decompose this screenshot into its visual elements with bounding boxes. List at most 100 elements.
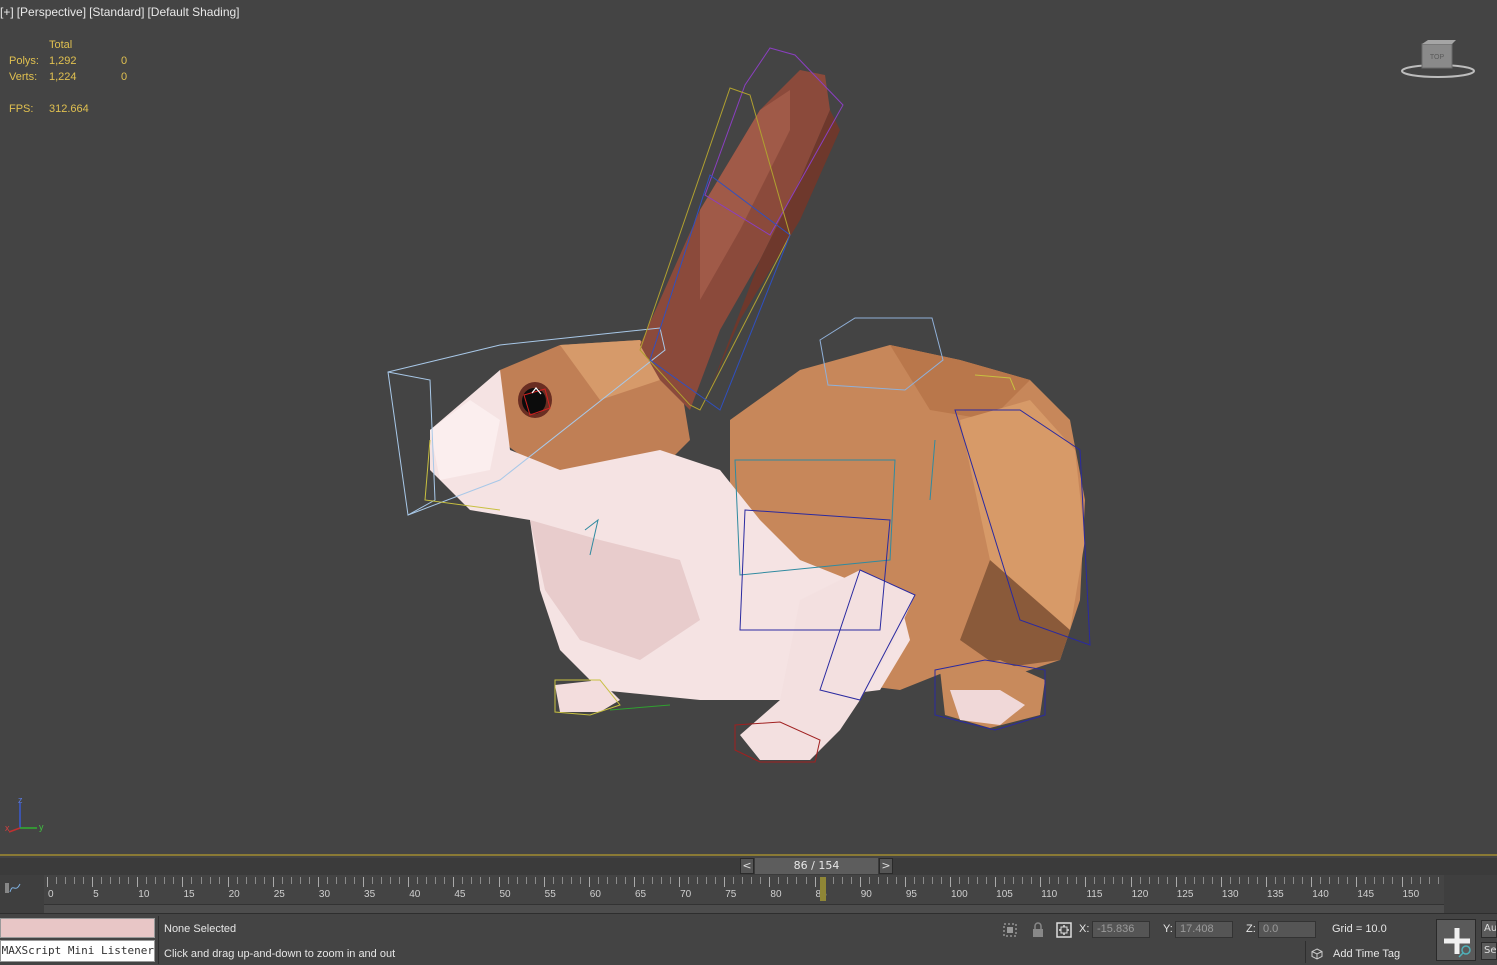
axis-y-label: y — [39, 822, 44, 832]
timeline-key-strip[interactable] — [44, 904, 1444, 913]
timeline-tick — [886, 877, 888, 884]
timeline-tick — [1302, 877, 1304, 884]
x-coord-field[interactable]: -15.836 — [1092, 921, 1150, 938]
timeline-tick — [1112, 877, 1114, 884]
timeline-tick — [1293, 877, 1295, 884]
timeline-tick — [290, 877, 292, 884]
timeline-tick-label: 130 — [1221, 889, 1239, 900]
timeline-tick — [1365, 877, 1367, 884]
timeline-tick-label: 40 — [409, 889, 421, 900]
timeline-tick — [1374, 877, 1376, 884]
auto-key-button[interactable]: Au — [1481, 920, 1497, 938]
timeline-tick — [688, 877, 690, 884]
timeline-tick — [1085, 877, 1087, 887]
timeline-tick — [1193, 877, 1195, 884]
maxscript-listener-output[interactable] — [0, 918, 155, 938]
add-time-tag-button[interactable]: Add Time Tag — [1333, 948, 1400, 960]
timeline-tick — [1157, 877, 1159, 884]
timeline-tick — [335, 877, 337, 884]
previous-frame-button[interactable]: < — [740, 858, 754, 874]
timeline-tick — [1076, 877, 1078, 884]
timeline-tick — [796, 877, 798, 884]
timeline-tick — [552, 877, 554, 884]
timeline-tick — [986, 877, 988, 884]
timeline-tick — [1040, 877, 1042, 887]
polys-selected: 0 — [121, 55, 128, 67]
polys-label: Polys: — [9, 55, 39, 67]
set-key-mode-button[interactable]: Se — [1481, 942, 1497, 960]
timeline-tick-label: 140 — [1312, 889, 1329, 900]
timeline-tick — [922, 877, 924, 884]
timeline-tick — [1220, 877, 1222, 887]
timeline-tick — [1392, 877, 1394, 884]
timeline-tick-label: 15 — [183, 889, 195, 900]
timeline-tick — [182, 877, 184, 887]
next-frame-button[interactable]: > — [879, 858, 893, 874]
timeline-tick-label: 100 — [951, 889, 968, 900]
timeline-tick — [227, 877, 229, 887]
timeline-tick — [390, 877, 392, 884]
set-key-button[interactable] — [1436, 919, 1476, 961]
timeline-tick — [272, 877, 274, 887]
timeline-tick — [868, 877, 870, 884]
grid-size-readout: Grid = 10.0 — [1332, 923, 1387, 935]
timeline-tick — [579, 877, 581, 884]
timeline-tick — [841, 877, 843, 884]
timeline-tick — [444, 877, 446, 884]
timeline-tick — [209, 877, 211, 884]
timeline-tick — [1148, 877, 1150, 884]
timeline-tick — [1410, 877, 1412, 884]
fps-value: 312.664 — [49, 103, 89, 115]
timeline-tick — [191, 877, 193, 884]
timeline-tick — [128, 877, 130, 884]
timeline-tick — [435, 877, 437, 884]
maxscript-listener-input[interactable]: MAXScript Mini Listener — [0, 940, 155, 962]
timeline-tick — [399, 877, 401, 884]
timeline-tick — [146, 877, 148, 884]
timeline-tick-label: 110 — [1041, 889, 1058, 900]
timeline-tick — [1004, 877, 1006, 884]
timeline-tick — [1031, 877, 1033, 884]
bunny-model[interactable] — [0, 0, 1497, 856]
bunny-mesh — [430, 70, 1085, 760]
timeline-tick — [760, 877, 762, 884]
timeline-tick — [489, 877, 491, 884]
timeline-tick — [995, 877, 997, 887]
selection-lock-icon[interactable] — [1029, 921, 1047, 939]
timeline-tick-label: 120 — [1131, 889, 1149, 900]
timeline-tick — [1130, 877, 1132, 887]
track-bar[interactable]: 0510152025303540455055606570758085909510… — [0, 875, 1497, 913]
perspective-viewport[interactable]: [+] [Perspective] [Standard] [Default Shadi… — [0, 0, 1497, 856]
isolate-selection-icon[interactable] — [1001, 921, 1019, 939]
timeline-tick — [47, 877, 48, 887]
timeline-tick — [119, 877, 121, 884]
timeline-tick — [543, 877, 545, 887]
time-slider[interactable]: < 86 / 154 > — [740, 858, 895, 874]
timeline-tick — [670, 877, 672, 884]
timeline-tick — [597, 877, 599, 884]
current-time-marker[interactable] — [819, 877, 826, 901]
timeline-tick — [363, 877, 365, 887]
frame-counter[interactable]: 86 / 154 — [755, 858, 878, 874]
y-coord-label: Y: — [1163, 923, 1173, 935]
timeline-tick — [326, 877, 328, 884]
time-tag-icon[interactable] — [1311, 948, 1323, 960]
timeline-tick — [959, 877, 961, 884]
viewcube[interactable]: TOP — [1400, 38, 1476, 80]
timeline-tick — [200, 877, 202, 884]
timeline-tick-label: 30 — [318, 889, 331, 900]
viewport-statistics: Total Polys: 1,292 0 Verts: 1,224 0 FPS: 312.… — [9, 37, 151, 117]
timeline-tick — [904, 877, 906, 887]
timeline-tick — [516, 877, 518, 884]
timeline-tick — [1049, 877, 1051, 884]
timeline-tick — [1175, 877, 1177, 887]
polys-total: 1,292 — [49, 55, 77, 67]
timeline-tick — [1356, 877, 1358, 887]
absolute-offset-mode-icon[interactable] — [1055, 921, 1073, 939]
timeline-tick — [1121, 877, 1123, 884]
curve-editor-icon[interactable] — [4, 881, 22, 895]
timeline-tick-label: 60 — [589, 889, 601, 900]
z-coord-field[interactable]: 0.0 — [1258, 921, 1316, 938]
timeline-tick — [281, 877, 283, 884]
y-coord-field[interactable]: 17.408 — [1175, 921, 1233, 938]
